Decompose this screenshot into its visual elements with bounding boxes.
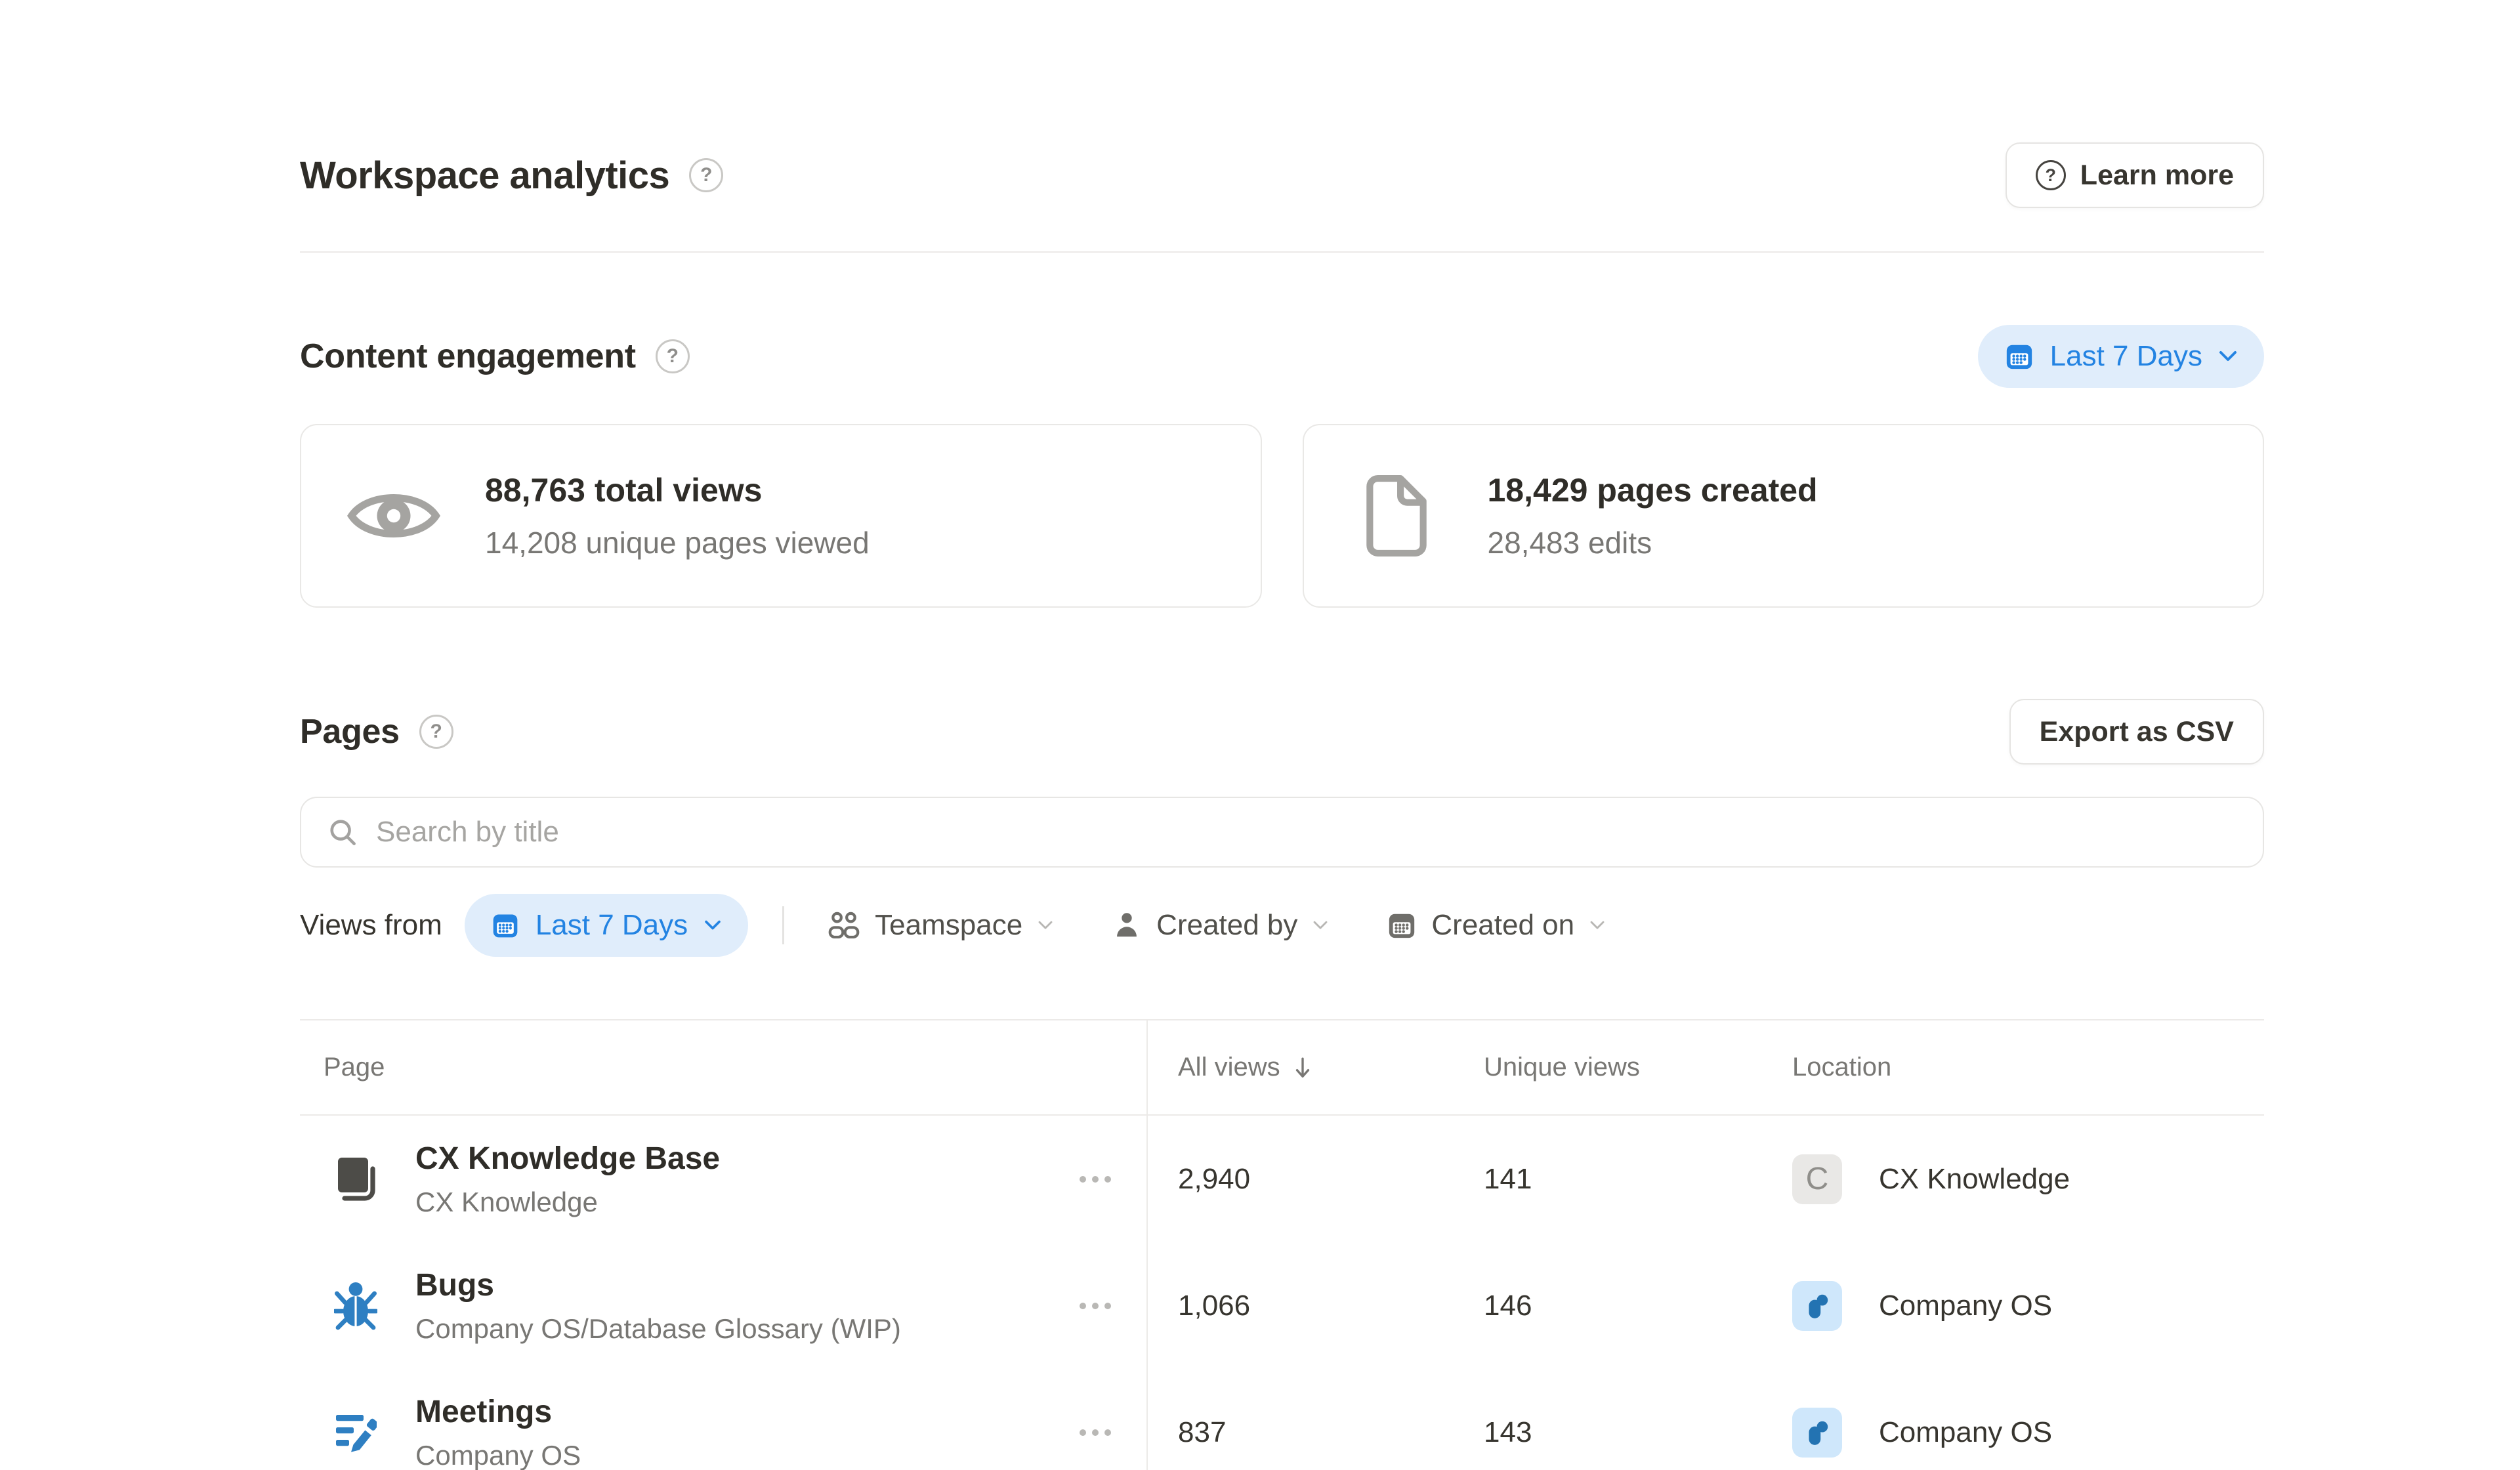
search-bar [300, 797, 2264, 868]
export-csv-label: Export as CSV [2040, 716, 2234, 748]
compose-icon [335, 1412, 377, 1454]
location-link[interactable]: CX Knowledge [1879, 1163, 2070, 1196]
page-link[interactable]: Bugs [415, 1267, 1077, 1303]
pages-title: Pages [300, 712, 400, 751]
date-range-dropdown[interactable]: Last 7 Days [1978, 325, 2264, 388]
help-icon[interactable]: ? [689, 158, 723, 192]
chevron-down-icon [1589, 919, 1606, 931]
eye-icon [347, 484, 440, 548]
chevron-down-icon [2218, 349, 2238, 364]
created-on-filter-label: Created on [1431, 909, 1574, 942]
unique-views-value: 146 [1473, 1290, 1792, 1322]
all-views-value: 2,940 [1146, 1163, 1473, 1196]
workspace-analytics-page: Workspace analytics ? ? Learn more Conte… [300, 144, 2264, 1470]
column-header-page[interactable]: Page [300, 1053, 1146, 1082]
learn-more-label: Learn more [2080, 159, 2234, 192]
created-by-filter-label: Created by [1156, 909, 1297, 942]
unique-views-value: 141 [1473, 1163, 1792, 1196]
calendar-icon [2004, 341, 2034, 371]
total-views-value: 88,763 total views [485, 471, 1261, 509]
teamspace-filter-label: Teamspace [875, 909, 1022, 942]
views-date-filter-label: Last 7 Days [536, 909, 688, 942]
company-os-logo [1792, 1408, 1842, 1458]
teamspace-filter[interactable]: Teamspace [828, 909, 1054, 942]
help-icon[interactable]: ? [419, 715, 453, 749]
calendar-icon [1387, 910, 1417, 940]
document-icon [1366, 474, 1427, 557]
page-location-path: CX Knowledge [415, 1186, 1077, 1218]
pages-created-value: 18,429 pages created [1488, 471, 2263, 509]
column-header-unique-views[interactable]: Unique views [1473, 1053, 1792, 1082]
page-header: Workspace analytics ? ? Learn more [300, 144, 2264, 207]
table-row[interactable]: Bugs Company OS/Database Glossary (WIP) … [300, 1242, 2264, 1369]
created-on-filter[interactable]: Created on [1387, 909, 1606, 942]
page-link[interactable]: Meetings [415, 1394, 1077, 1430]
views-from-label: Views from [300, 909, 442, 942]
row-actions-button[interactable] [1077, 1296, 1114, 1316]
chevron-down-icon [704, 919, 722, 932]
row-actions-button[interactable] [1077, 1423, 1114, 1442]
location-link[interactable]: Company OS [1879, 1290, 2052, 1322]
search-input[interactable] [376, 816, 2236, 849]
filters-row: Views from Last 7 Days [300, 894, 2264, 957]
table-header: Page All views Unique views Location [300, 1019, 2264, 1116]
pages-header: Pages ? Export as CSV [300, 696, 2264, 768]
page-location-path: Company OS [415, 1440, 1077, 1470]
filter-divider [782, 906, 784, 944]
teamspace-icon [828, 909, 860, 942]
total-views-card: 88,763 total views 14,208 unique pages v… [300, 424, 1262, 608]
table-row[interactable]: CX Knowledge Base CX Knowledge 2,940 141… [300, 1116, 2264, 1242]
column-header-all-views[interactable]: All views [1146, 1053, 1473, 1082]
person-icon [1112, 910, 1142, 940]
learn-more-button[interactable]: ? Learn more [2006, 142, 2264, 208]
page-title: Workspace analytics [300, 154, 669, 198]
section-divider [300, 251, 2264, 253]
content-engagement-header: Content engagement ? Last 7 Days [300, 325, 2264, 388]
all-views-value: 837 [1146, 1416, 1473, 1449]
bug-icon [334, 1281, 377, 1331]
unique-views-value: 143 [1473, 1416, 1792, 1449]
calendar-icon [491, 911, 520, 940]
pages-created-card: 18,429 pages created 28,483 edits [1303, 424, 2265, 608]
search-icon [327, 817, 358, 847]
stat-cards: 88,763 total views 14,208 unique pages v… [300, 424, 2264, 608]
chevron-down-icon [1037, 919, 1054, 931]
chevron-down-icon [1312, 919, 1329, 931]
page-location-path: Company OS/Database Glossary (WIP) [415, 1313, 1077, 1345]
sort-descending-icon [1293, 1056, 1312, 1080]
date-range-label: Last 7 Days [2050, 340, 2202, 373]
content-engagement-title: Content engagement [300, 337, 636, 376]
row-actions-button[interactable] [1077, 1169, 1114, 1189]
edits-value: 28,483 edits [1488, 525, 2263, 560]
location-link[interactable]: Company OS [1879, 1416, 2052, 1449]
all-views-value: 1,066 [1146, 1290, 1473, 1322]
export-csv-button[interactable]: Export as CSV [2009, 699, 2264, 765]
unique-pages-viewed: 14,208 unique pages viewed [485, 525, 1261, 560]
help-icon[interactable]: ? [656, 339, 690, 373]
location-avatar: C [1792, 1154, 1842, 1204]
question-circle-icon: ? [2036, 160, 2066, 190]
company-os-logo [1792, 1281, 1842, 1331]
column-header-location[interactable]: Location [1792, 1053, 2264, 1082]
table-row[interactable]: Meetings Company OS 837 143 Company OS [300, 1369, 2264, 1470]
pages-table: Page All views Unique views Location [300, 1019, 2264, 1470]
created-by-filter[interactable]: Created by [1112, 909, 1329, 942]
views-date-filter[interactable]: Last 7 Days [465, 894, 748, 957]
book-icon [334, 1154, 377, 1204]
page-link[interactable]: CX Knowledge Base [415, 1141, 1077, 1177]
